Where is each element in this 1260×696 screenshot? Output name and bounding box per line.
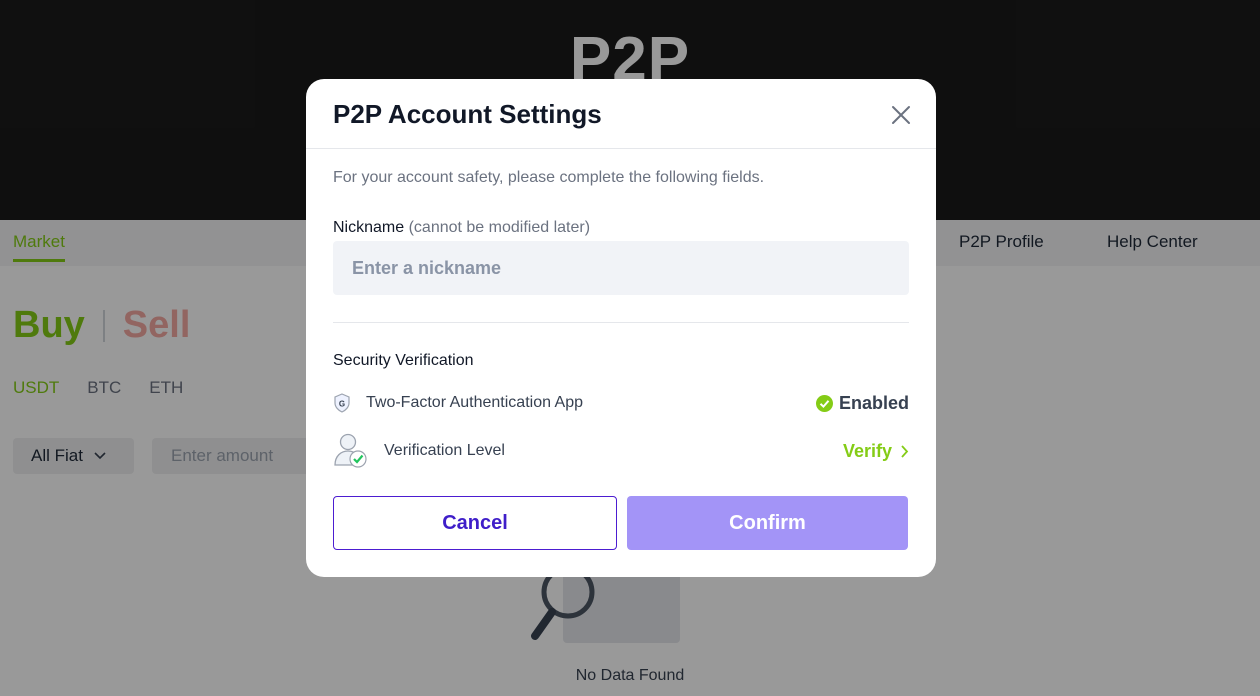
two-factor-status: Enabled: [815, 392, 909, 414]
verification-level-label: Verification Level: [384, 442, 505, 459]
modal-intro-text: For your account safety, please complete…: [333, 169, 765, 186]
verification-level-row: Verification Level Verify: [333, 431, 909, 471]
modal-title: P2P Account Settings: [333, 99, 602, 129]
two-factor-row: G Two-Factor Authentication App Enabled: [333, 391, 909, 415]
shield-icon: G: [334, 393, 350, 413]
security-verification-title: Security Verification: [333, 352, 474, 369]
confirm-button[interactable]: Confirm: [627, 496, 908, 550]
user-verified-icon: [334, 433, 367, 468]
two-factor-status-text: Enabled: [838, 392, 909, 413]
svg-text:G: G: [339, 400, 345, 409]
section-divider: [333, 322, 909, 323]
cancel-button[interactable]: Cancel: [333, 496, 617, 550]
nickname-label: Nickname (cannot be modified later): [333, 219, 590, 237]
close-icon[interactable]: [890, 104, 912, 126]
modal-header: P2P Account Settings: [306, 79, 936, 149]
nickname-note: (cannot be modified later): [408, 219, 591, 236]
nickname-label-text: Nickname: [333, 219, 405, 236]
two-factor-label: Two-Factor Authentication App: [366, 394, 584, 411]
nickname-input[interactable]: [333, 241, 909, 295]
verify-link[interactable]: Verify: [843, 441, 909, 462]
account-settings-modal: P2P Account Settings For your account sa…: [306, 79, 936, 577]
check-circle-icon: [815, 394, 833, 412]
verify-link-text: Verify: [842, 440, 892, 461]
chevron-right-icon: [901, 444, 909, 458]
